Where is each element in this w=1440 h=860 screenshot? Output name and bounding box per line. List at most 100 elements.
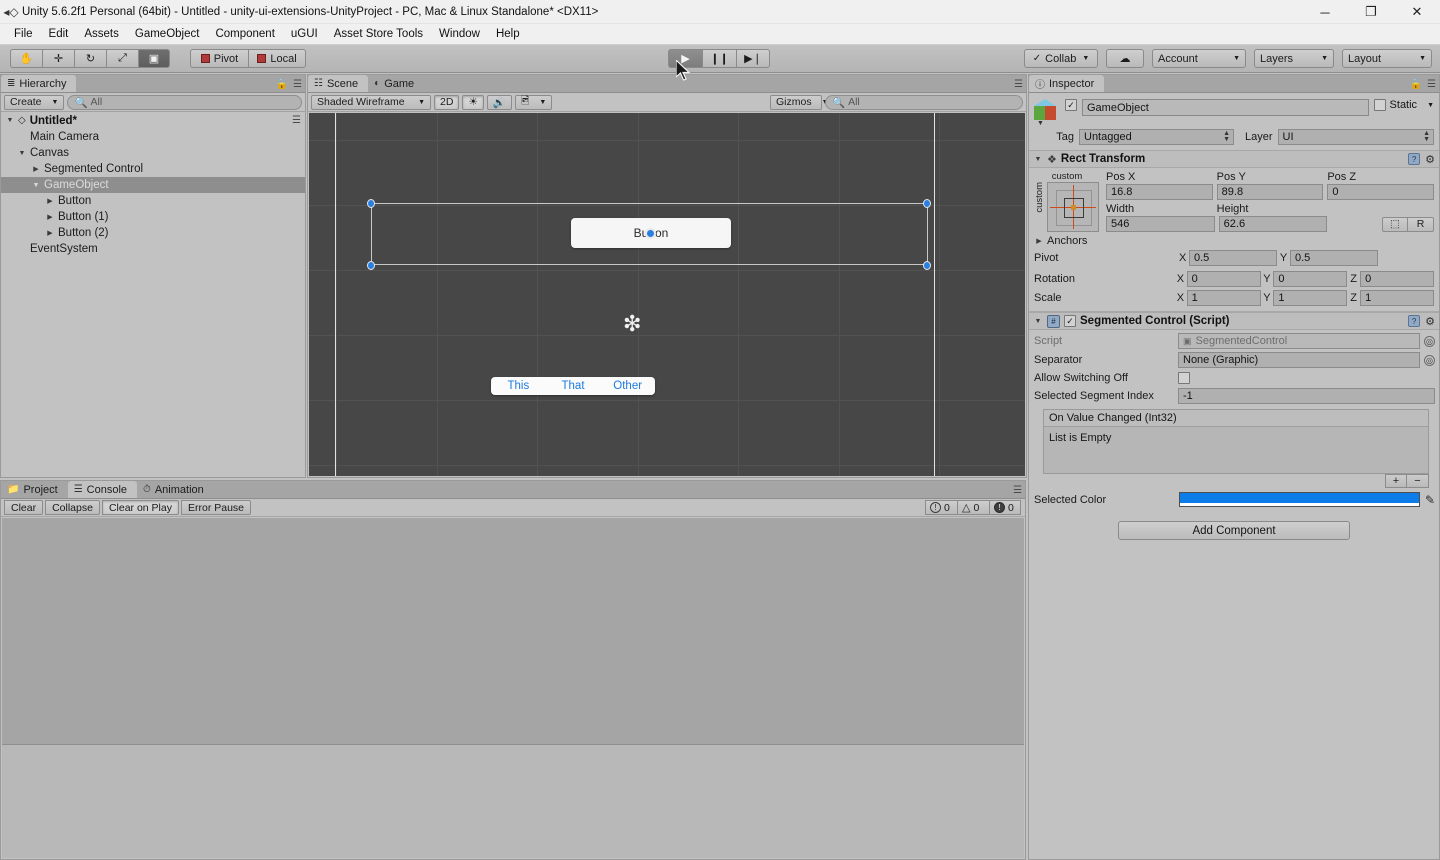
add-listener-button[interactable]: + xyxy=(1385,474,1407,488)
play-button[interactable]: ▶ xyxy=(668,49,702,68)
pivot-toggle[interactable]: Pivot xyxy=(190,49,248,68)
hierarchy-scene-row[interactable]: ▼ ◇ Untitled* ☰ xyxy=(1,112,305,129)
rotation-z-input[interactable]: 0 xyxy=(1360,271,1434,287)
local-toggle[interactable]: Local xyxy=(248,49,306,68)
rect-tool-icon[interactable]: ▣ xyxy=(138,49,170,68)
chevron-down-icon[interactable]: ▼ xyxy=(31,182,41,189)
hierarchy-item-gameobject[interactable]: ▼ GameObject xyxy=(1,177,305,193)
resize-handle-top-right[interactable] xyxy=(923,199,931,208)
gizmos-dropdown[interactable]: Gizmos ▼ xyxy=(770,94,829,110)
menu-assets[interactable]: Assets xyxy=(76,26,127,42)
hierarchy-search-input[interactable]: 🔍 All xyxy=(67,94,302,110)
selected-color-swatch[interactable] xyxy=(1179,492,1420,507)
tab-hierarchy[interactable]: ≣ Hierarchy xyxy=(1,75,77,92)
hierarchy-item-main-camera[interactable]: Main Camera xyxy=(1,129,305,145)
minimize-button[interactable]: ─ xyxy=(1302,0,1348,24)
error-count[interactable]: ! 0 xyxy=(989,500,1021,515)
tab-animation[interactable]: ⏱ Animation xyxy=(137,481,214,498)
collapse-toggle[interactable]: Collapse xyxy=(45,500,100,515)
segmented-control-header[interactable]: ▼ # ✓ Segmented Control (Script) ? ⚙ xyxy=(1029,312,1439,330)
scale-z-input[interactable]: 1 xyxy=(1360,290,1434,306)
chevron-down-icon[interactable]: ▼ xyxy=(1033,318,1043,325)
static-checkbox[interactable] xyxy=(1373,99,1386,111)
chevron-right-icon[interactable]: ▶ xyxy=(45,197,55,205)
anchors-row[interactable]: ▶ Anchors xyxy=(1029,232,1439,247)
account-button[interactable]: Account ▼ xyxy=(1152,49,1246,68)
collab-button[interactable]: ✓ Collab ▼ xyxy=(1024,49,1098,68)
gear-icon[interactable]: ⚙ xyxy=(1425,153,1435,166)
scale-x-input[interactable]: 1 xyxy=(1186,290,1261,306)
close-button[interactable]: ✕ xyxy=(1394,0,1440,24)
pivot-x-input[interactable]: 0.5 xyxy=(1189,250,1277,266)
scene-menu-icon[interactable]: ☰ xyxy=(292,115,301,126)
pivot-y-input[interactable]: 0.5 xyxy=(1290,250,1378,266)
hierarchy-item-button-1[interactable]: ▶ Button (1) xyxy=(1,209,305,225)
chevron-right-icon[interactable]: ▶ xyxy=(1034,237,1044,245)
chevron-down-icon[interactable]: ▼ xyxy=(5,117,15,124)
tab-game[interactable]: ◐ Game xyxy=(368,75,425,92)
width-input[interactable]: 546 xyxy=(1106,216,1215,232)
menu-gameobject[interactable]: GameObject xyxy=(127,26,208,42)
allow-switching-off-checkbox[interactable] xyxy=(1178,372,1190,384)
menu-ugui[interactable]: uGUI xyxy=(283,26,326,42)
scene-search-input[interactable]: 🔍 All xyxy=(825,94,1023,110)
rect-transform-header[interactable]: ▼ ❖ Rect Transform ? ⚙ xyxy=(1029,150,1439,168)
effects-toggle[interactable]: 🖻 ▼ xyxy=(514,94,553,110)
menu-component[interactable]: Component xyxy=(207,26,282,42)
menu-window[interactable]: Window xyxy=(431,26,488,42)
scale-y-input[interactable]: 1 xyxy=(1273,290,1348,306)
scene-segmented-control[interactable]: This That Other xyxy=(491,377,655,395)
lock-icon[interactable]: 🔒 xyxy=(1410,79,1422,90)
rotation-y-input[interactable]: 0 xyxy=(1273,271,1348,287)
hierarchy-item-button[interactable]: ▶ Button xyxy=(1,193,305,209)
separator-picker-icon[interactable]: ◎ xyxy=(1424,354,1435,366)
clear-button[interactable]: Clear xyxy=(4,500,44,515)
hand-tool-icon[interactable]: ✋ xyxy=(10,49,42,68)
tag-dropdown[interactable]: Untagged ▲ ▼ xyxy=(1079,129,1234,145)
eyedropper-icon[interactable]: ✎ xyxy=(1425,493,1435,507)
scene-viewport[interactable]: Button ❇ This That Other xyxy=(309,113,1025,476)
create-button[interactable]: Create ▼ xyxy=(4,94,65,110)
static-toggle[interactable]: Static ▼ xyxy=(1373,99,1434,111)
maximize-button[interactable]: ❐ xyxy=(1348,0,1394,24)
move-tool-icon[interactable]: ✛ xyxy=(42,49,74,68)
layout-button[interactable]: Layout ▼ xyxy=(1342,49,1432,68)
chevron-down-icon[interactable]: ▼ xyxy=(1033,156,1043,163)
console-message-list[interactable] xyxy=(2,518,1024,744)
segment-that[interactable]: That xyxy=(546,377,601,395)
step-button[interactable]: ▶❘ xyxy=(736,49,770,68)
pos-z-input[interactable]: 0 xyxy=(1327,184,1435,200)
script-picker-icon[interactable]: ◎ xyxy=(1424,335,1435,347)
lighting-toggle[interactable]: ☀ xyxy=(462,94,484,110)
menu-help[interactable]: Help xyxy=(488,26,528,42)
chevron-right-icon[interactable]: ▶ xyxy=(45,229,55,237)
console-detail-pane[interactable] xyxy=(2,744,1024,858)
hierarchy-item-button-2[interactable]: ▶ Button (2) xyxy=(1,225,305,241)
pivot-handle[interactable] xyxy=(645,228,656,239)
tab-inspector[interactable]: ⓘ Inspector xyxy=(1029,75,1105,92)
tab-scene[interactable]: ☷ Scene xyxy=(308,75,369,92)
cloud-button[interactable]: ☁ xyxy=(1106,49,1144,68)
help-icon[interactable]: ? xyxy=(1408,315,1421,327)
hierarchy-item-segmented-control[interactable]: ▶ Segmented Control xyxy=(1,161,305,177)
layer-dropdown[interactable]: UI ▲ ▼ xyxy=(1277,129,1434,145)
tab-project[interactable]: 📁 Project xyxy=(1,481,68,498)
anchor-preset-widget[interactable] xyxy=(1047,182,1099,232)
error-pause-toggle[interactable]: Error Pause xyxy=(180,500,252,515)
clear-on-play-toggle[interactable]: Clear on Play xyxy=(101,500,179,515)
rotate-tool-icon[interactable]: ↻ xyxy=(74,49,106,68)
gameobject-name-input[interactable]: GameObject xyxy=(1082,99,1369,116)
menu-edit[interactable]: Edit xyxy=(41,26,77,42)
gameobject-active-checkbox[interactable]: ✓ xyxy=(1065,99,1077,111)
gear-icon[interactable]: ⚙ xyxy=(1425,315,1435,328)
2d-toggle[interactable]: 2D xyxy=(434,94,460,110)
draw-mode-dropdown[interactable]: Shaded Wireframe ▼ xyxy=(311,94,431,110)
pause-button[interactable]: ❙❙ xyxy=(702,49,736,68)
panel-menu-icon[interactable]: ☰ xyxy=(293,79,302,90)
chevron-right-icon[interactable]: ▶ xyxy=(45,213,55,221)
pos-x-input[interactable]: 16.8 xyxy=(1106,184,1213,200)
pos-y-input[interactable]: 89.8 xyxy=(1216,184,1324,200)
blueprint-mode-button[interactable]: ⬚ xyxy=(1382,216,1409,232)
lock-icon[interactable]: 🔒 xyxy=(276,79,288,90)
panel-menu-icon[interactable]: ☰ xyxy=(1427,79,1436,90)
